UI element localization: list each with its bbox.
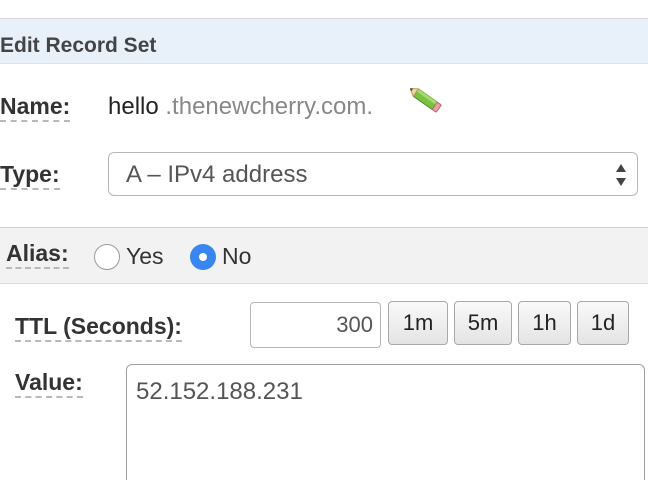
type-label: Type: [0,161,60,190]
alias-label: Alias: [6,240,69,269]
panel-title: Edit Record Set [0,34,157,57]
ttl-1h-button[interactable]: 1h [518,301,571,345]
panel-header: Edit Record Set [0,19,648,64]
ttl-1d-button[interactable]: 1d [577,301,629,345]
type-select-value: A – IPv4 address [126,161,308,188]
ttl-5m-button[interactable]: 5m [454,301,512,345]
ttl-1m-button[interactable]: 1m [388,301,448,345]
record-name-value: hello .thenewcherry.com. [108,93,373,121]
ttl-label: TTL (Seconds): [15,313,182,342]
alias-no-radio[interactable] [190,244,216,270]
value-label: Value: [15,369,83,398]
record-name-host: hello [108,93,159,120]
alias-row: Alias: Yes No [0,227,648,284]
value-textarea[interactable]: 52.152.188.231 [126,364,645,480]
pencil-icon[interactable] [409,86,444,116]
type-select[interactable]: A – IPv4 address [108,152,638,196]
edit-record-set-page: Edit Record Set Name: hello .thenewcherr… [0,0,648,480]
select-updown-arrows-icon [616,164,626,186]
top-divider [0,0,648,19]
name-label: Name: [0,93,71,122]
alias-no-label[interactable]: No [222,243,251,270]
alias-yes-radio[interactable] [94,244,120,270]
ttl-input[interactable] [250,302,381,348]
record-name-domain: .thenewcherry.com. [158,93,374,120]
alias-yes-label[interactable]: Yes [126,243,164,270]
